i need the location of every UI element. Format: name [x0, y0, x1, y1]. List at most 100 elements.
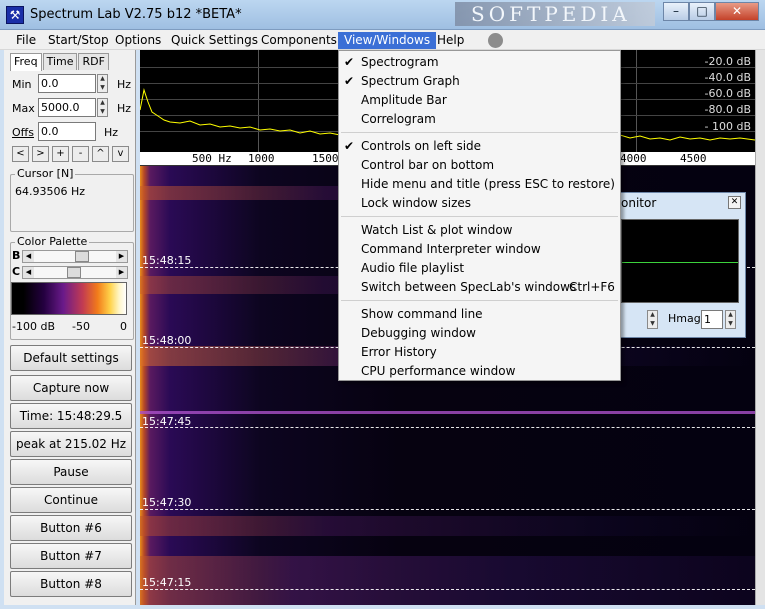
- button-8[interactable]: Button #8: [10, 571, 132, 597]
- menu-item-label: Lock window sizes: [361, 196, 472, 210]
- time-marker-line: [140, 509, 755, 510]
- tab-time[interactable]: Time: [42, 53, 78, 70]
- menu-item-audio-playlist[interactable]: Audio file playlist: [339, 259, 620, 278]
- menu-item-debugging-window[interactable]: Debugging window: [339, 324, 620, 343]
- maximize-button[interactable]: □: [689, 2, 715, 21]
- slider-right-arrow-icon[interactable]: ▶: [116, 267, 127, 278]
- min-unit-label: Hz: [117, 78, 132, 91]
- menu-item-spectrogram[interactable]: ✔ Spectrogram: [339, 53, 620, 72]
- freq-tick-label: 4500: [680, 152, 707, 165]
- menu-item-label: Watch List & plot window: [361, 223, 513, 237]
- spectrogram-band: [140, 556, 755, 605]
- menu-item-label: Spectrum Graph: [361, 74, 460, 88]
- min-frequency-spinner[interactable]: ▲ ▼: [97, 74, 108, 93]
- menu-item-command-interpreter[interactable]: Command Interpreter window: [339, 240, 620, 259]
- contrast-label: C: [12, 265, 21, 278]
- slider-right-arrow-icon[interactable]: ▶: [116, 251, 127, 262]
- button-6[interactable]: Button #6: [10, 515, 132, 541]
- menu-item-label: Error History: [361, 345, 437, 359]
- menu-item-controls-left[interactable]: ✔ Controls on left side: [339, 137, 620, 156]
- window-title: Spectrum Lab V2.75 b12 *BETA*: [30, 7, 242, 22]
- slider-left-arrow-icon[interactable]: ◀: [23, 251, 34, 262]
- control-panel: Freq Time RDF Min 0.0 ▲ ▼ Hz Max 5000.0 ▲…: [4, 50, 136, 605]
- monitor-window[interactable]: onitor ✕ ▲ ▼ Hmag 1 ▲ ▼: [600, 192, 746, 338]
- menu-item-label: Correlogram: [361, 112, 436, 126]
- offset-input[interactable]: 0.0: [38, 122, 96, 141]
- menu-item-cpu-performance[interactable]: CPU performance window: [339, 362, 620, 381]
- color-palette-bar[interactable]: [11, 282, 127, 315]
- menu-item-label: Switch between SpecLab's windows: [361, 280, 577, 294]
- menu-separator: [341, 300, 618, 301]
- menu-item-label: Audio file playlist: [361, 261, 465, 275]
- time-marker-line: [140, 427, 755, 428]
- slider-left-arrow-icon[interactable]: ◀: [23, 267, 34, 278]
- menu-bar: File Start/Stop Options Quick Settings C…: [0, 30, 765, 50]
- menu-item-correlogram[interactable]: Correlogram: [339, 110, 620, 129]
- menu-file[interactable]: File: [10, 32, 42, 49]
- brightness-slider[interactable]: ◀ ▶: [22, 250, 128, 263]
- menu-item-switch-windows[interactable]: Switch between SpecLab's windows Ctrl+F6: [339, 278, 620, 297]
- menu-item-control-bar-bottom[interactable]: Control bar on bottom: [339, 156, 620, 175]
- capture-now-button[interactable]: Capture now: [10, 375, 132, 401]
- menu-quick-settings[interactable]: Quick Settings: [165, 32, 264, 49]
- menu-help[interactable]: Help: [431, 32, 470, 49]
- max-frequency-spinner[interactable]: ▲ ▼: [97, 98, 108, 117]
- minimize-button[interactable]: –: [663, 2, 689, 21]
- menu-item-lock-window-sizes[interactable]: Lock window sizes: [339, 194, 620, 213]
- peak-display-button[interactable]: peak at 215.02 Hz: [10, 431, 132, 457]
- max-frequency-input[interactable]: 5000.0: [38, 98, 96, 117]
- menu-separator: [341, 216, 618, 217]
- menu-item-label: Debugging window: [361, 326, 476, 340]
- menu-item-hide-menu-title[interactable]: Hide menu and title (press ESC to restor…: [339, 175, 620, 194]
- palette-max-label: 0: [120, 320, 127, 333]
- menu-item-label: Amplitude Bar: [361, 93, 447, 107]
- time-marker-label: 15:47:45: [142, 415, 192, 428]
- scale-up-button[interactable]: ^: [92, 146, 109, 162]
- menu-item-label: Control bar on bottom: [361, 158, 495, 172]
- zoom-out-button[interactable]: -: [72, 146, 89, 162]
- pause-button[interactable]: Pause: [10, 459, 132, 485]
- offset-label: Offs: [12, 126, 34, 139]
- menu-separator: [341, 132, 618, 133]
- menu-item-watch-list[interactable]: Watch List & plot window: [339, 221, 620, 240]
- max-unit-label: Hz: [117, 102, 132, 115]
- scroll-right-button[interactable]: >: [32, 146, 49, 162]
- close-button[interactable]: ✕: [715, 2, 759, 21]
- menu-options[interactable]: Options: [109, 32, 167, 49]
- scroll-left-button[interactable]: <: [12, 146, 29, 162]
- menu-item-show-command-line[interactable]: Show command line: [339, 305, 620, 324]
- menu-item-spectrum-graph[interactable]: ✔ Spectrum Graph: [339, 72, 620, 91]
- menu-components[interactable]: Components: [255, 32, 343, 49]
- spectrum-app-icon[interactable]: ⚒: [6, 6, 24, 24]
- menu-item-label: Controls on left side: [361, 139, 482, 153]
- menu-item-label: Spectrogram: [361, 55, 439, 69]
- contrast-slider[interactable]: ◀ ▶: [22, 266, 128, 279]
- window-controls: – □ ✕: [663, 2, 759, 22]
- close-icon[interactable]: ✕: [728, 196, 741, 209]
- menu-item-amplitude-bar[interactable]: Amplitude Bar: [339, 91, 620, 110]
- tab-rdf[interactable]: RDF: [78, 53, 109, 70]
- menu-item-error-history[interactable]: Error History: [339, 343, 620, 362]
- freq-tick-label: 1000: [248, 152, 275, 165]
- brightness-slider-thumb[interactable]: [75, 251, 89, 262]
- scale-down-button[interactable]: v: [112, 146, 129, 162]
- tab-freq[interactable]: Freq: [10, 53, 42, 71]
- zoom-in-button[interactable]: +: [52, 146, 69, 162]
- menu-item-label: CPU performance window: [361, 364, 516, 378]
- button-7[interactable]: Button #7: [10, 543, 132, 569]
- default-settings-button[interactable]: Default settings: [10, 345, 132, 371]
- monitor-spinner[interactable]: ▲ ▼: [647, 310, 658, 329]
- min-label: Min: [12, 78, 32, 91]
- min-frequency-input[interactable]: 0.0: [38, 74, 96, 93]
- palette-min-label: -100 dB: [12, 320, 55, 333]
- menu-view-windows[interactable]: View/Windows: [338, 32, 437, 49]
- vertical-scrollbar[interactable]: [755, 50, 765, 605]
- continue-button[interactable]: Continue: [10, 487, 132, 513]
- contrast-slider-thumb[interactable]: [67, 267, 81, 278]
- hmag-input[interactable]: 1: [701, 310, 723, 329]
- hmag-spinner[interactable]: ▲ ▼: [725, 310, 736, 329]
- time-display-button[interactable]: Time: 15:48:29.5: [10, 403, 132, 429]
- view-windows-menu: ✔ Spectrogram ✔ Spectrum Graph Amplitude…: [338, 50, 621, 381]
- menu-start-stop[interactable]: Start/Stop: [42, 32, 115, 49]
- db-label: - 100 dB: [704, 120, 752, 133]
